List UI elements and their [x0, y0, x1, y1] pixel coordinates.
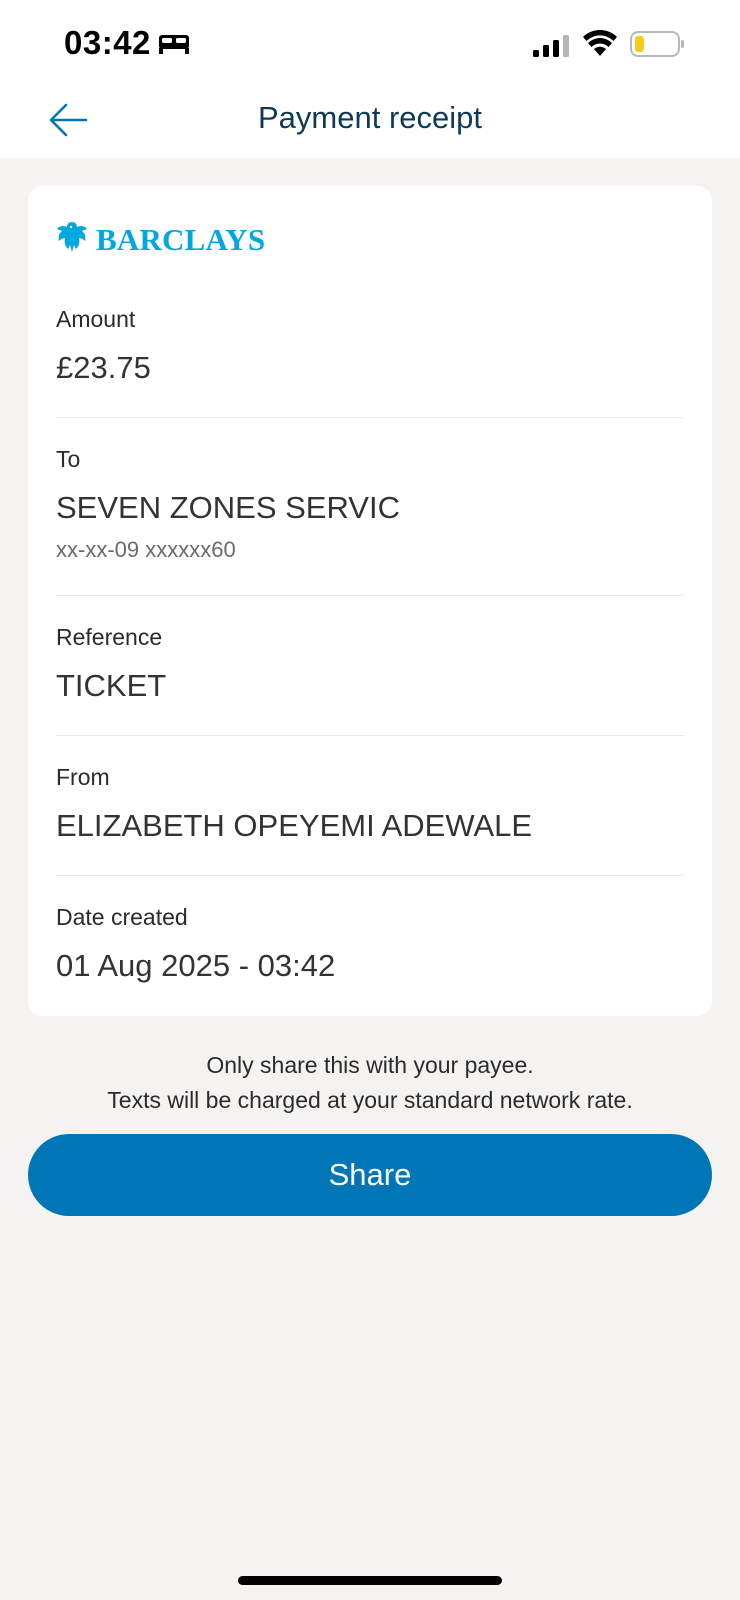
bed-icon	[158, 33, 190, 60]
payee-name: SEVEN ZONES SERVIC	[56, 490, 400, 525]
from-label: From	[56, 764, 110, 790]
reference-value: TICKET	[56, 668, 167, 703]
from-value: ELIZABETH OPEYEMI ADEWALE	[56, 808, 533, 843]
payee-account: xx-xx-09 xxxxxx60	[56, 537, 236, 562]
battery-icon	[630, 30, 686, 63]
reference-field: Reference TICKET	[56, 622, 684, 706]
share-button[interactable]: Share	[28, 1134, 712, 1216]
amount-value: £23.75	[56, 350, 151, 385]
date-label: Date created	[56, 904, 188, 930]
signal-icon	[532, 34, 572, 63]
eagle-icon	[56, 220, 88, 259]
from-field: From ELIZABETH OPEYEMI ADEWALE	[56, 762, 684, 846]
share-notice: Only share this with your payee. Texts w…	[0, 1048, 740, 1118]
amount-field: Amount £23.75	[56, 304, 684, 388]
divider	[56, 595, 684, 596]
receipt-card: BARCLAYS Amount £23.75 To SEVEN ZONES SE…	[28, 186, 712, 1016]
status-bar: 03:42	[0, 0, 740, 88]
notice-line-1: Only share this with your payee.	[206, 1052, 534, 1078]
divider	[56, 875, 684, 876]
to-field: To SEVEN ZONES SERVIC xx-xx-09 xxxxxx60	[56, 444, 684, 564]
home-indicator[interactable]	[238, 1576, 502, 1585]
amount-label: Amount	[56, 306, 136, 332]
barclays-logo: BARCLAYS	[56, 220, 265, 259]
notice-line-2: Texts will be charged at your standard n…	[107, 1087, 633, 1113]
divider	[56, 735, 684, 736]
page-title: Payment receipt	[258, 100, 482, 135]
brand-name: BARCLAYS	[96, 221, 266, 257]
divider	[56, 417, 684, 418]
wifi-icon	[582, 29, 618, 63]
reference-label: Reference	[56, 624, 163, 650]
to-label: To	[56, 446, 81, 472]
app-header: Payment receipt	[0, 88, 740, 158]
status-time: 03:42	[64, 24, 151, 61]
date-value: 01 Aug 2025 - 03:42	[56, 948, 336, 983]
date-field: Date created 01 Aug 2025 - 03:42	[56, 902, 684, 986]
